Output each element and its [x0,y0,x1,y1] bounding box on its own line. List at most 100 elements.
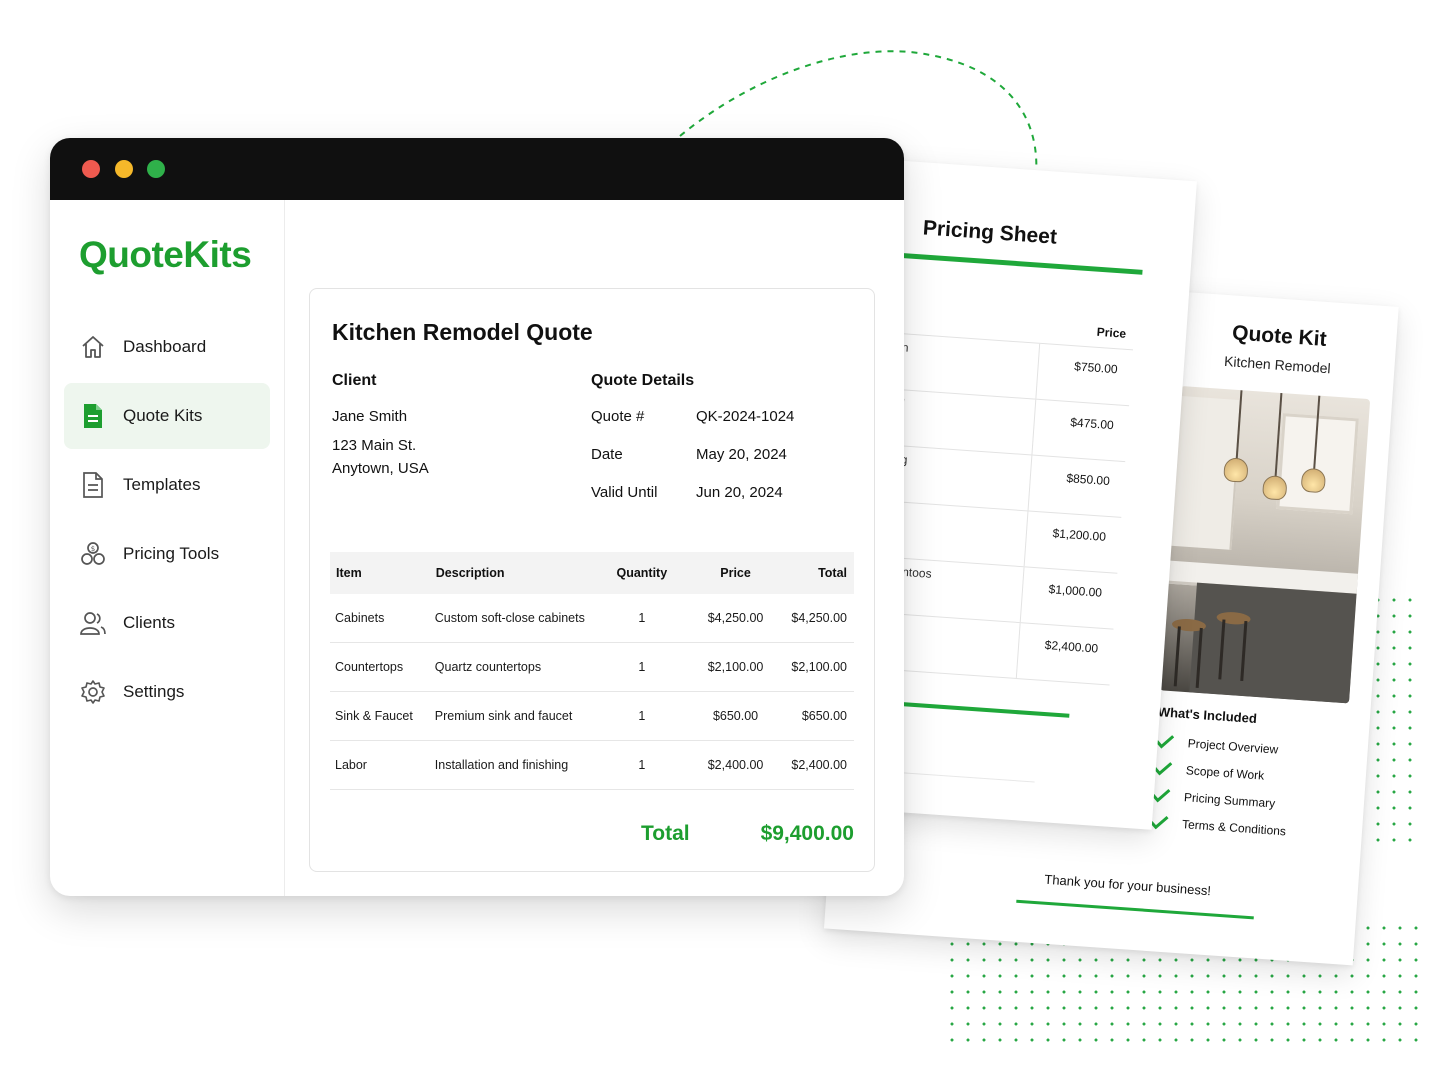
client-address-line1: 123 Main St. [332,437,417,454]
cell-quantity: 1 [598,642,685,692]
pricing-sheet-accent-bar [890,252,1143,275]
included-label: Project Overview [1187,735,1279,757]
cell-quantity: 1 [598,691,685,741]
sidebar-item-templates[interactable]: Templates [64,452,270,518]
cell-total: $4,250.00 [786,594,854,643]
cell-total: $2,100.00 [786,642,854,692]
document-icon [79,402,107,430]
row-price: $1,200.00 [1023,511,1122,573]
detail-row-valid-until: Valid Until Jun 20, 2024 [591,484,783,501]
cell-total: $650.00 [786,691,854,741]
sidebar-item-label: Templates [123,475,201,494]
sidebar-item-settings[interactable]: Settings [64,659,270,725]
detail-value: QK-2024-1024 [696,408,795,425]
cell-item: Countertops [330,642,430,692]
sidebar-item-label: Quote Kits [123,406,203,425]
pricing-tools-icon: $ [79,540,107,568]
sidebar-item-label: Dashboard [123,337,207,356]
included-list: Project Overview Scope of Work Pricing S… [1149,727,1346,848]
client-heading: Client [332,372,377,389]
detail-row-date: Date May 20, 2024 [591,446,787,463]
table-row[interactable]: Countertops Quartz countertops 1 $2,100.… [330,642,854,692]
quote-card: Kitchen Remodel Quote Client Jane Smith … [309,288,875,872]
cell-description: Quartz countertops [429,642,599,692]
table-header-row: Item Description Quantity Price Total [330,552,854,594]
table-row[interactable]: Sink & Faucet Premium sink and faucet 1 … [330,691,854,741]
maximize-button[interactable] [147,160,165,178]
cell-price: $2,400.00 [684,740,787,790]
cell-total: $2,400.00 [786,740,854,790]
detail-value: Jun 20, 2024 [696,484,783,501]
whats-included-heading: What's Included [1157,704,1258,727]
row-price: $750.00 [1035,343,1133,406]
cell-quantity: 1 [598,740,685,790]
app-window: QuoteKits Dashboard Quote Kits Templates [50,138,904,896]
svg-text:$: $ [91,545,95,553]
kitchen-photo [1159,385,1371,704]
column-header: Item [330,552,430,594]
quote-kit-subtitle: Kitchen Remodel [1223,352,1332,377]
check-icon [1153,761,1173,776]
sidebar-nav: Dashboard Quote Kits Templates $ Pricing… [64,314,270,728]
kit-accent-line [1016,899,1254,920]
table-row[interactable]: Cabinets Custom soft-close cabinets 1 $4… [330,594,854,643]
window-titlebar [50,138,904,200]
row-price: $2,400.00 [1015,623,1114,685]
brand-logo: QuoteKits [79,234,252,275]
sidebar-item-dashboard[interactable]: Dashboard [64,314,270,380]
total-label: Total [641,822,690,845]
template-icon [79,471,107,499]
sidebar-item-label: Pricing Tools [123,544,220,563]
included-label: Scope of Work [1185,762,1265,783]
cell-price: $650.00 [684,691,787,741]
row-price: $475.00 [1031,399,1130,462]
thanks-note: Thank you for your business! [1043,871,1212,899]
column-header: Total [786,552,854,594]
check-icon [1155,734,1175,749]
cell-description: Installation and finishing [429,740,599,790]
total-value: $9,400.00 [760,822,854,845]
cell-description: Custom soft-close cabinets [429,594,599,643]
cell-quantity: 1 [598,594,685,643]
cell-item: Labor [330,740,430,790]
users-icon [79,609,107,637]
quote-kit-title: Quote Kit [1231,321,1328,351]
quote-details-heading: Quote Details [591,372,695,389]
check-icon [1150,815,1169,829]
sidebar-item-clients[interactable]: Clients [64,590,270,656]
detail-value: May 20, 2024 [696,446,787,463]
pricing-sheet-title: Pricing Sheet [922,216,1058,249]
cell-item: Sink & Faucet [330,691,430,741]
sidebar-item-label: Clients [123,613,175,632]
row-name: nen [882,333,1039,399]
column-header: Description [429,552,599,594]
client-name: Jane Smith [332,408,408,425]
column-header: Quantity [598,552,685,594]
gear-icon [79,678,107,706]
column-header: Price [684,552,787,594]
detail-label: Date [591,446,623,463]
sidebar-item-quote-kits[interactable]: Quote Kits [64,383,270,449]
home-icon [79,333,107,361]
row-price: $850.00 [1027,455,1126,517]
close-button[interactable] [82,160,100,178]
client-address-line2: Anytown, USA [332,460,429,477]
detail-row-quote-number: Quote # QK-2024-1024 [591,408,794,425]
table-row[interactable]: Labor Installation and finishing 1 $2,40… [330,740,854,790]
detail-label: Valid Until [591,484,658,501]
sidebar: QuoteKits Dashboard Quote Kits Templates [50,200,285,896]
quote-title: Kitchen Remodel Quote [332,319,593,345]
cell-item: Cabinets [330,594,430,643]
row-price: $1,000.00 [1019,567,1118,629]
cell-price: $4,250.00 [684,594,787,643]
included-label: Pricing Summary [1183,789,1276,811]
line-items-table: Item Description Quantity Price Total Ca… [330,552,854,790]
included-label: Terms & Conditions [1181,816,1287,838]
minimize-button[interactable] [115,160,133,178]
detail-label: Quote # [591,408,645,425]
sidebar-item-pricing-tools[interactable]: $ Pricing Tools [64,521,270,587]
cell-description: Premium sink and faucet [429,691,599,741]
cell-price: $2,100.00 [684,642,787,692]
check-icon [1151,788,1171,802]
sidebar-item-label: Settings [123,682,185,701]
